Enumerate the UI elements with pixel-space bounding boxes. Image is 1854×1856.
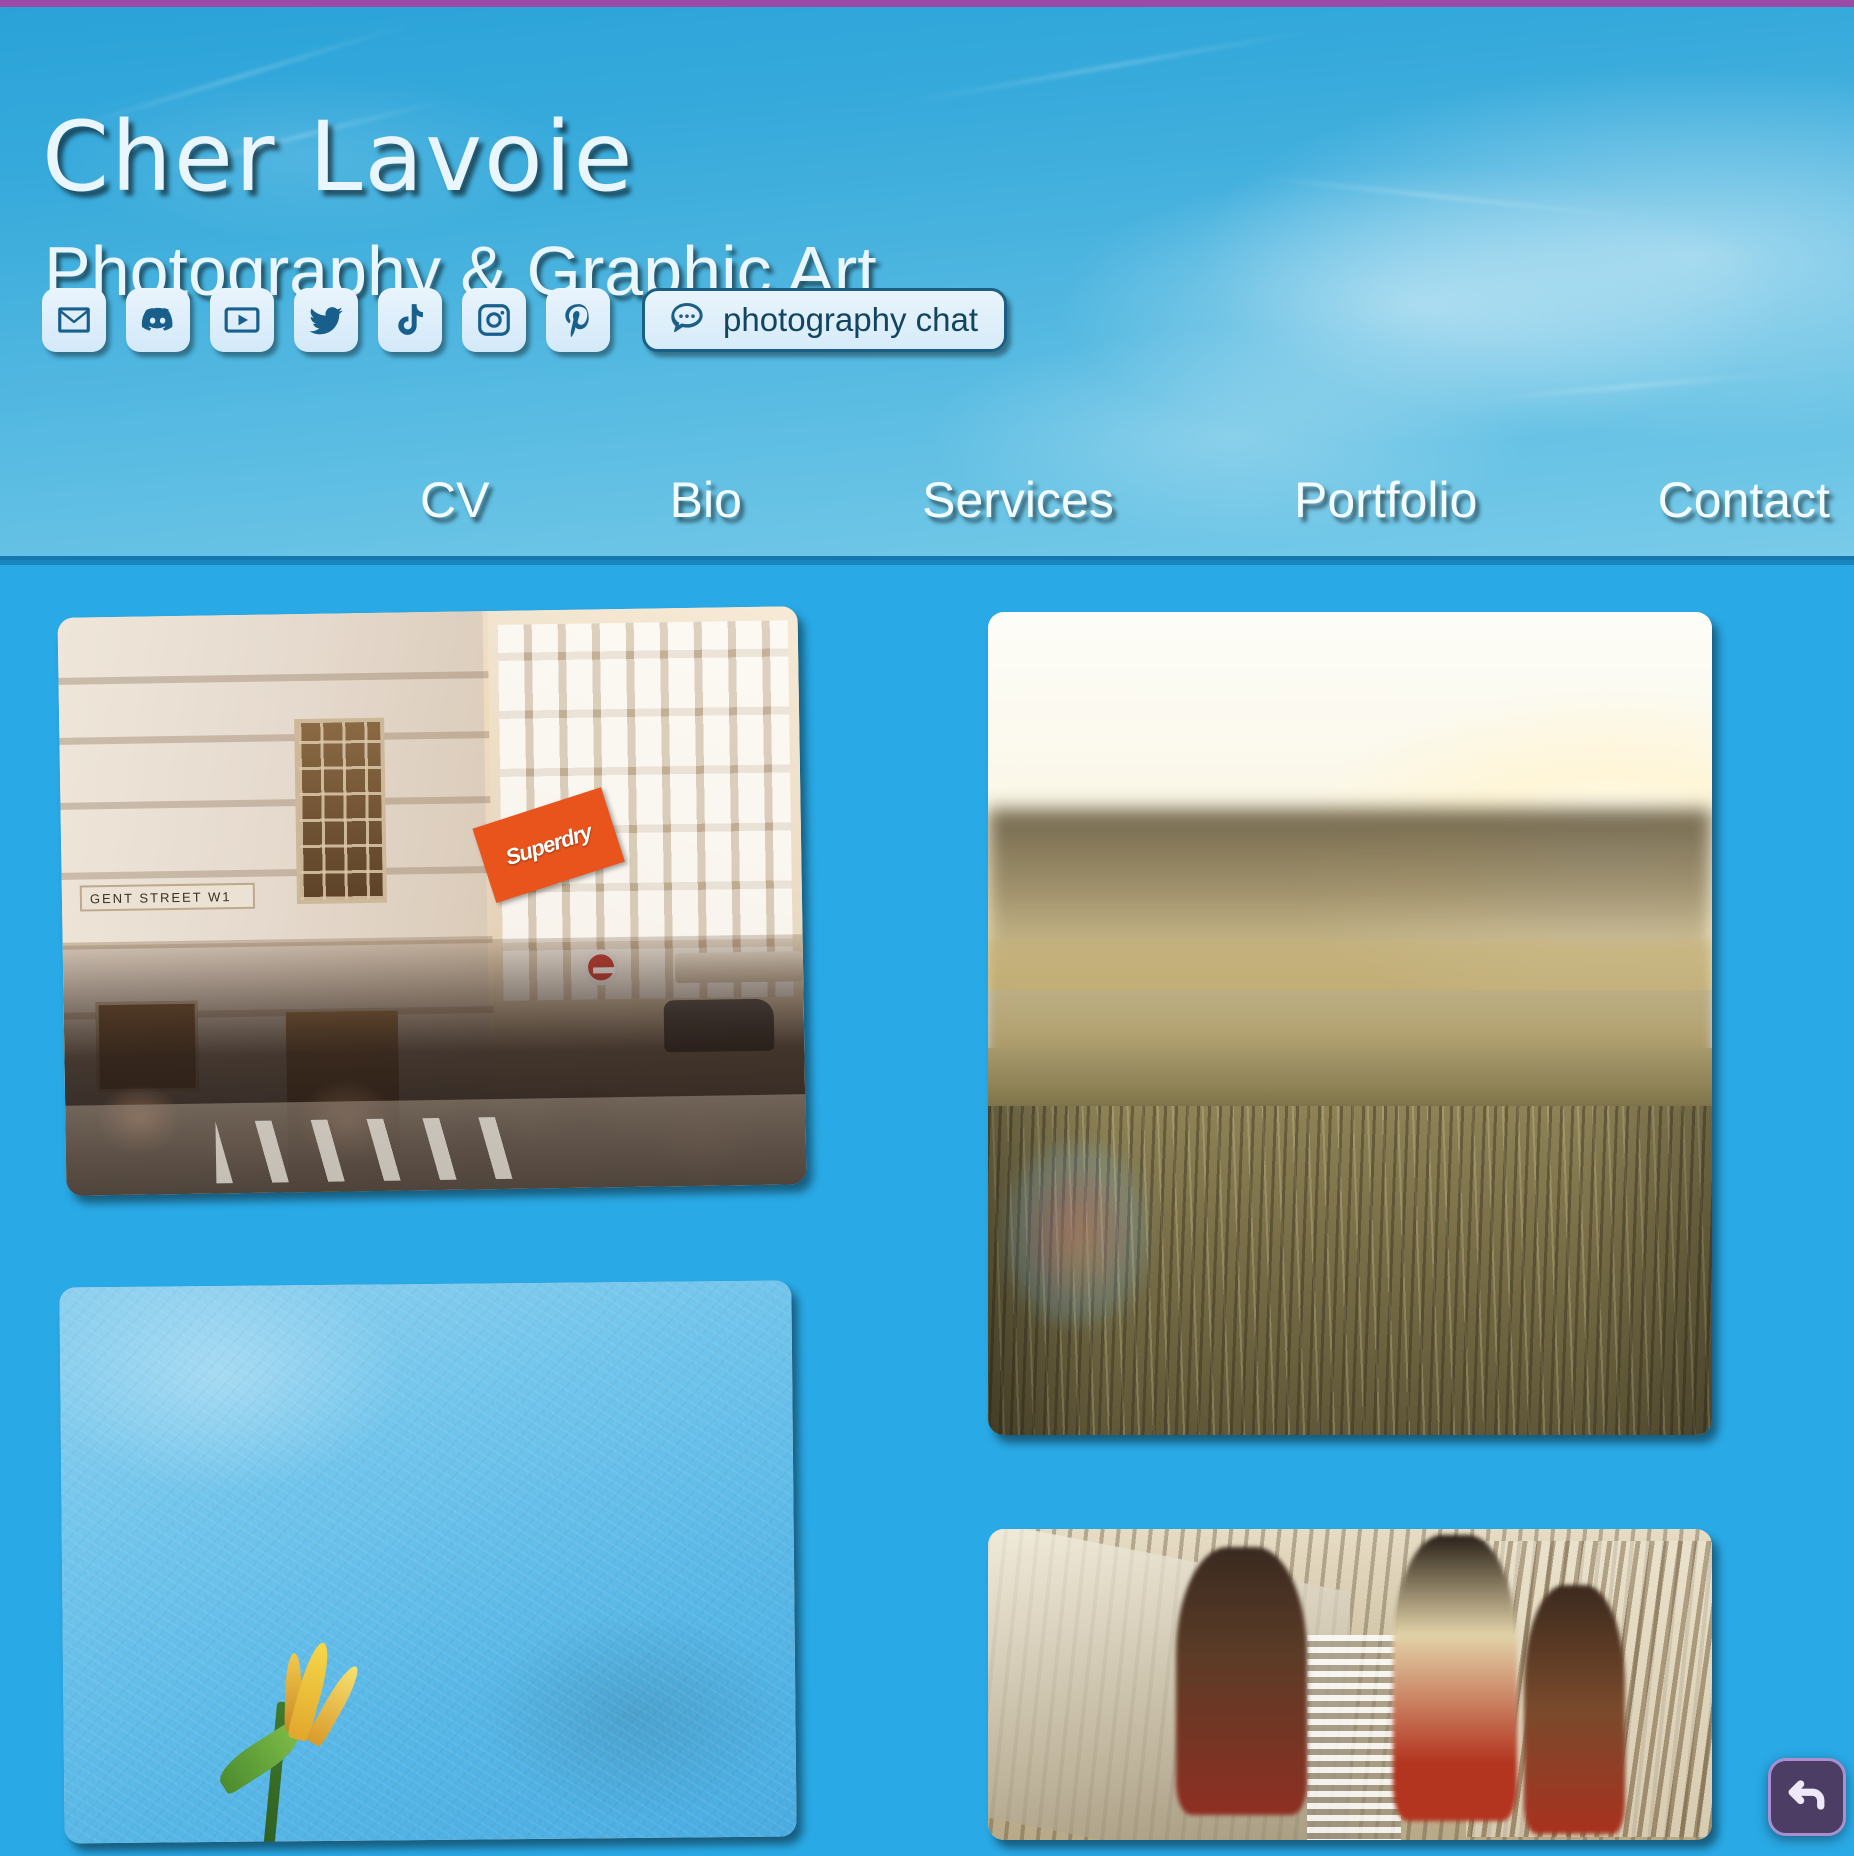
social-link-tiktok[interactable] (378, 288, 442, 352)
street-crosswalk (215, 1116, 517, 1184)
site-title: Cher Lavoie (42, 101, 635, 214)
chat-bubble-icon (667, 298, 707, 343)
tiktok-icon (391, 301, 429, 339)
photo-blue-wall-plant[interactable] (59, 1280, 797, 1844)
browser-chrome-bar (0, 0, 1854, 7)
nav-item-contact[interactable]: Contact (1658, 471, 1830, 529)
cloud-wisp (1250, 175, 1630, 218)
cloud-wisp (1480, 371, 1780, 402)
nav-item-bio[interactable]: Bio (670, 471, 742, 529)
superdry-flag-text: Superdry (502, 819, 595, 871)
gallery-column-left: GENT STREET W1 Superdry (22, 596, 900, 1856)
photography-chat-button[interactable]: photography chat (642, 288, 1008, 352)
nav-item-services[interactable]: Services (922, 471, 1114, 529)
photo-gallery: GENT STREET W1 Superdry (0, 572, 1854, 1856)
photo-subway-escalator[interactable] (988, 1528, 1712, 1840)
photo-sunset-wall[interactable] (988, 612, 1712, 1435)
photo-subway-canvas (988, 1528, 1712, 1840)
twitter-icon (307, 301, 345, 339)
photo-street-crowd[interactable]: GENT STREET W1 Superdry (57, 606, 807, 1196)
blue-wall-texture (59, 1280, 797, 1844)
primary-nav: CV Bio Services Portfolio Contact (420, 471, 1830, 529)
photo-street-crowd-canvas: GENT STREET W1 Superdry (57, 606, 807, 1196)
instagram-icon (475, 301, 513, 339)
social-link-youtube[interactable] (210, 288, 274, 352)
email-icon (55, 301, 93, 339)
social-links: photography chat (42, 288, 1008, 352)
pinterest-icon (559, 301, 597, 339)
social-link-pinterest[interactable] (546, 288, 610, 352)
page-root: Cher Lavoie Photography & Graphic Art ph… (0, 0, 1854, 1856)
social-link-email[interactable] (42, 288, 106, 352)
subway-passenger (1393, 1534, 1517, 1822)
subway-passenger (1176, 1547, 1307, 1816)
gallery-column-right (948, 596, 1832, 1856)
nav-item-cv[interactable]: CV (420, 471, 489, 529)
social-link-instagram[interactable] (462, 288, 526, 352)
subway-passenger (1523, 1584, 1626, 1834)
photo-blue-wall-canvas (59, 1280, 797, 1844)
lens-flare (1002, 1138, 1153, 1329)
street-barred-window (294, 717, 388, 905)
back-arrow-icon (1785, 1773, 1829, 1822)
social-link-twitter[interactable] (294, 288, 358, 352)
social-link-discord[interactable] (126, 288, 190, 352)
escalator-steps (1306, 1634, 1401, 1840)
nav-item-portfolio[interactable]: Portfolio (1294, 471, 1477, 529)
site-header: Cher Lavoie Photography & Graphic Art ph… (0, 5, 1854, 565)
cloud-wisp (902, 28, 1318, 105)
photo-sunset-wall-canvas (988, 612, 1712, 1435)
back-button[interactable] (1768, 1758, 1846, 1836)
photography-chat-label: photography chat (723, 301, 979, 338)
street-name-sign: GENT STREET W1 (79, 882, 256, 912)
discord-icon (139, 301, 177, 339)
youtube-icon (223, 301, 261, 339)
